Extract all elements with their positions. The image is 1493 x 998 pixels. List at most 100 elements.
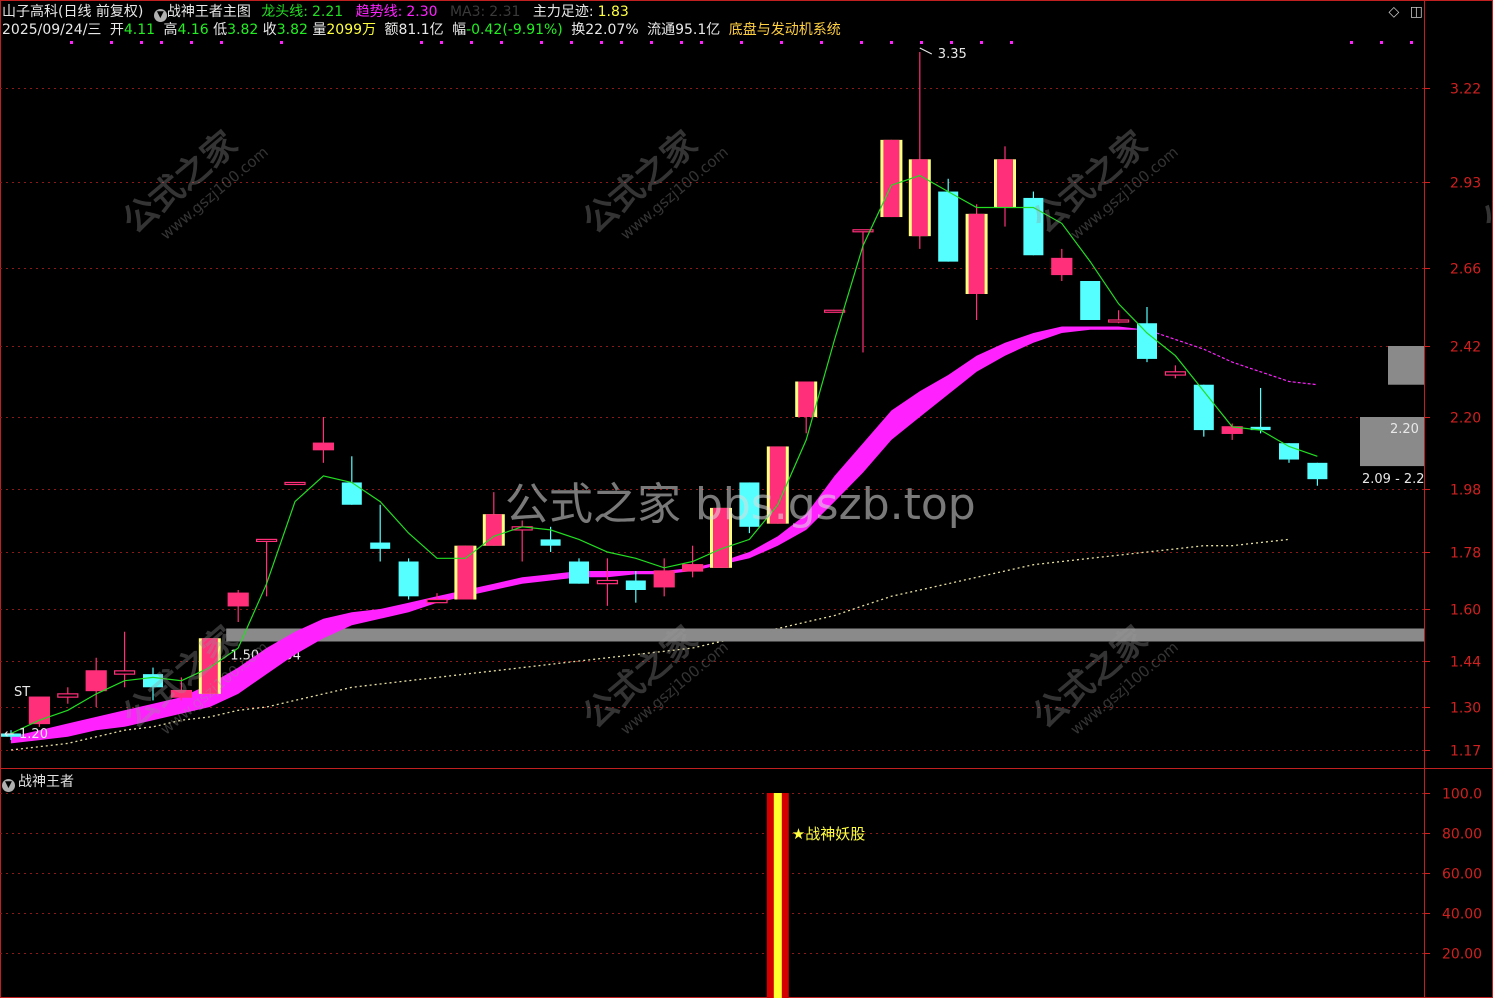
y-tick-label: 60.00: [1442, 867, 1482, 883]
high-value: 4.16: [177, 22, 209, 38]
main-force-label: 主力足迹:: [532, 4, 594, 20]
sub-panel-title: ▼ 战神王者: [2, 771, 74, 792]
signal-dot: [70, 41, 73, 44]
toolbar-icons: ◇ ◫: [1389, 4, 1423, 20]
trend-value: 2.30: [406, 4, 438, 20]
candle-body: [341, 482, 362, 505]
signal-dot: [110, 41, 113, 44]
low-annotation: ← 1.20: [4, 727, 48, 742]
signal-dot: [1350, 41, 1353, 44]
candle: [454, 545, 477, 600]
pointer-line: [919, 47, 933, 55]
candle-body: [1137, 323, 1157, 359]
sub-grid: [0, 793, 1424, 954]
candle-body: [426, 598, 448, 604]
candle: [596, 558, 619, 606]
candle-body: [85, 670, 107, 692]
candle: [1080, 281, 1101, 320]
candle: [1250, 387, 1271, 434]
candle-body: [1107, 319, 1130, 323]
candle-body: [681, 564, 704, 572]
candle: [482, 492, 505, 546]
signal-dot: [860, 41, 863, 44]
turnover-value: 22.07%: [585, 22, 639, 38]
candle: [965, 204, 988, 320]
candle: [880, 139, 903, 218]
signal-dot: [950, 41, 953, 44]
signal-dot: [280, 41, 283, 44]
signal-dot: [570, 41, 573, 44]
candle-body: [1279, 443, 1299, 460]
chevron-down-icon[interactable]: ▼: [2, 779, 15, 792]
trend-label: 趋势线:: [355, 4, 403, 20]
candle: [625, 571, 646, 603]
y-tick-label: 3.22: [1450, 82, 1481, 98]
signal-label: ★战神妖股: [792, 825, 865, 843]
candle: [1137, 307, 1157, 363]
stock-title[interactable]: 山子高科(日线 前复权): [2, 4, 143, 20]
low-value: 3.82: [227, 22, 259, 38]
signal-dot: [890, 41, 893, 44]
candle: [653, 558, 675, 597]
change-label: 幅: [452, 22, 467, 38]
dragon-value: 2.21: [312, 4, 344, 20]
watermark-caption: 公式之家 bbs.gszb.top: [505, 479, 976, 530]
signal-dot: [920, 41, 923, 44]
candle: [1193, 384, 1214, 437]
header-line-2: 2025/09/24/三 开4.11 高4.16 低3.82 收3.82 量20…: [2, 21, 841, 39]
signal-dot: [540, 41, 543, 44]
candle-body: [113, 670, 136, 675]
y-tick-label: 1.17: [1450, 744, 1481, 760]
y-tick-label: 1.60: [1450, 603, 1481, 619]
candle: [28, 696, 50, 727]
signal-dot: [420, 41, 423, 44]
sub-indicator-name[interactable]: 战神王者: [18, 774, 74, 790]
signal-dot: [980, 41, 983, 44]
candle: [85, 657, 107, 707]
diamond-icon[interactable]: ◇: [1389, 4, 1400, 20]
candle: [1107, 310, 1130, 324]
candle: [398, 558, 419, 600]
float-label: 流通: [647, 22, 676, 38]
candle-body: [1051, 257, 1073, 276]
candle-body: [398, 561, 419, 597]
y-tick-label: 1.30: [1450, 701, 1481, 717]
candle: [284, 481, 306, 486]
candle-body: [653, 570, 675, 588]
y-tick-label: 2.20: [1450, 411, 1481, 427]
signal-dot: [440, 41, 443, 44]
candle-body: [625, 580, 646, 590]
main-indicator-title[interactable]: 战神王者主图: [167, 4, 251, 20]
candle-body: [312, 442, 334, 451]
main-force-value: 1.83: [597, 4, 629, 20]
signal-dot: [190, 41, 193, 44]
signal-dot: [500, 41, 503, 44]
candle: [57, 687, 79, 704]
dragon-label: 龙头线:: [261, 4, 308, 20]
support-band-rect: [226, 628, 1425, 642]
trend-tail: [1146, 329, 1318, 386]
signal-dot: [1410, 41, 1413, 44]
trend-tail-line: [1146, 329, 1318, 386]
window-toggle-icon[interactable]: ◫: [1410, 4, 1423, 20]
candle: [795, 381, 818, 434]
close-value: 3.82: [276, 22, 308, 38]
amount-label: 额: [384, 22, 399, 38]
candle: [1307, 462, 1328, 486]
signal-dot: [780, 41, 783, 44]
y-tick-labels: 3.22 2.93 2.66 2.42 2.20 1.98 1.78 1.60 1.44 1.30…: [1424, 82, 1482, 963]
open-value: 4.11: [123, 22, 156, 38]
candle: [908, 52, 931, 249]
candle-body: [1080, 281, 1101, 320]
candle-body: [883, 139, 900, 218]
low-label: 低: [213, 22, 228, 38]
signal-bar-core: [773, 793, 782, 998]
candle-body: [596, 579, 619, 585]
open-label: 开: [109, 22, 124, 38]
volume-label: 量: [312, 22, 327, 38]
high-label: 高: [163, 22, 178, 38]
signal-dot: [680, 41, 683, 44]
candle-body: [997, 159, 1013, 208]
close-label: 收: [262, 22, 277, 38]
candle-body: [370, 542, 391, 549]
